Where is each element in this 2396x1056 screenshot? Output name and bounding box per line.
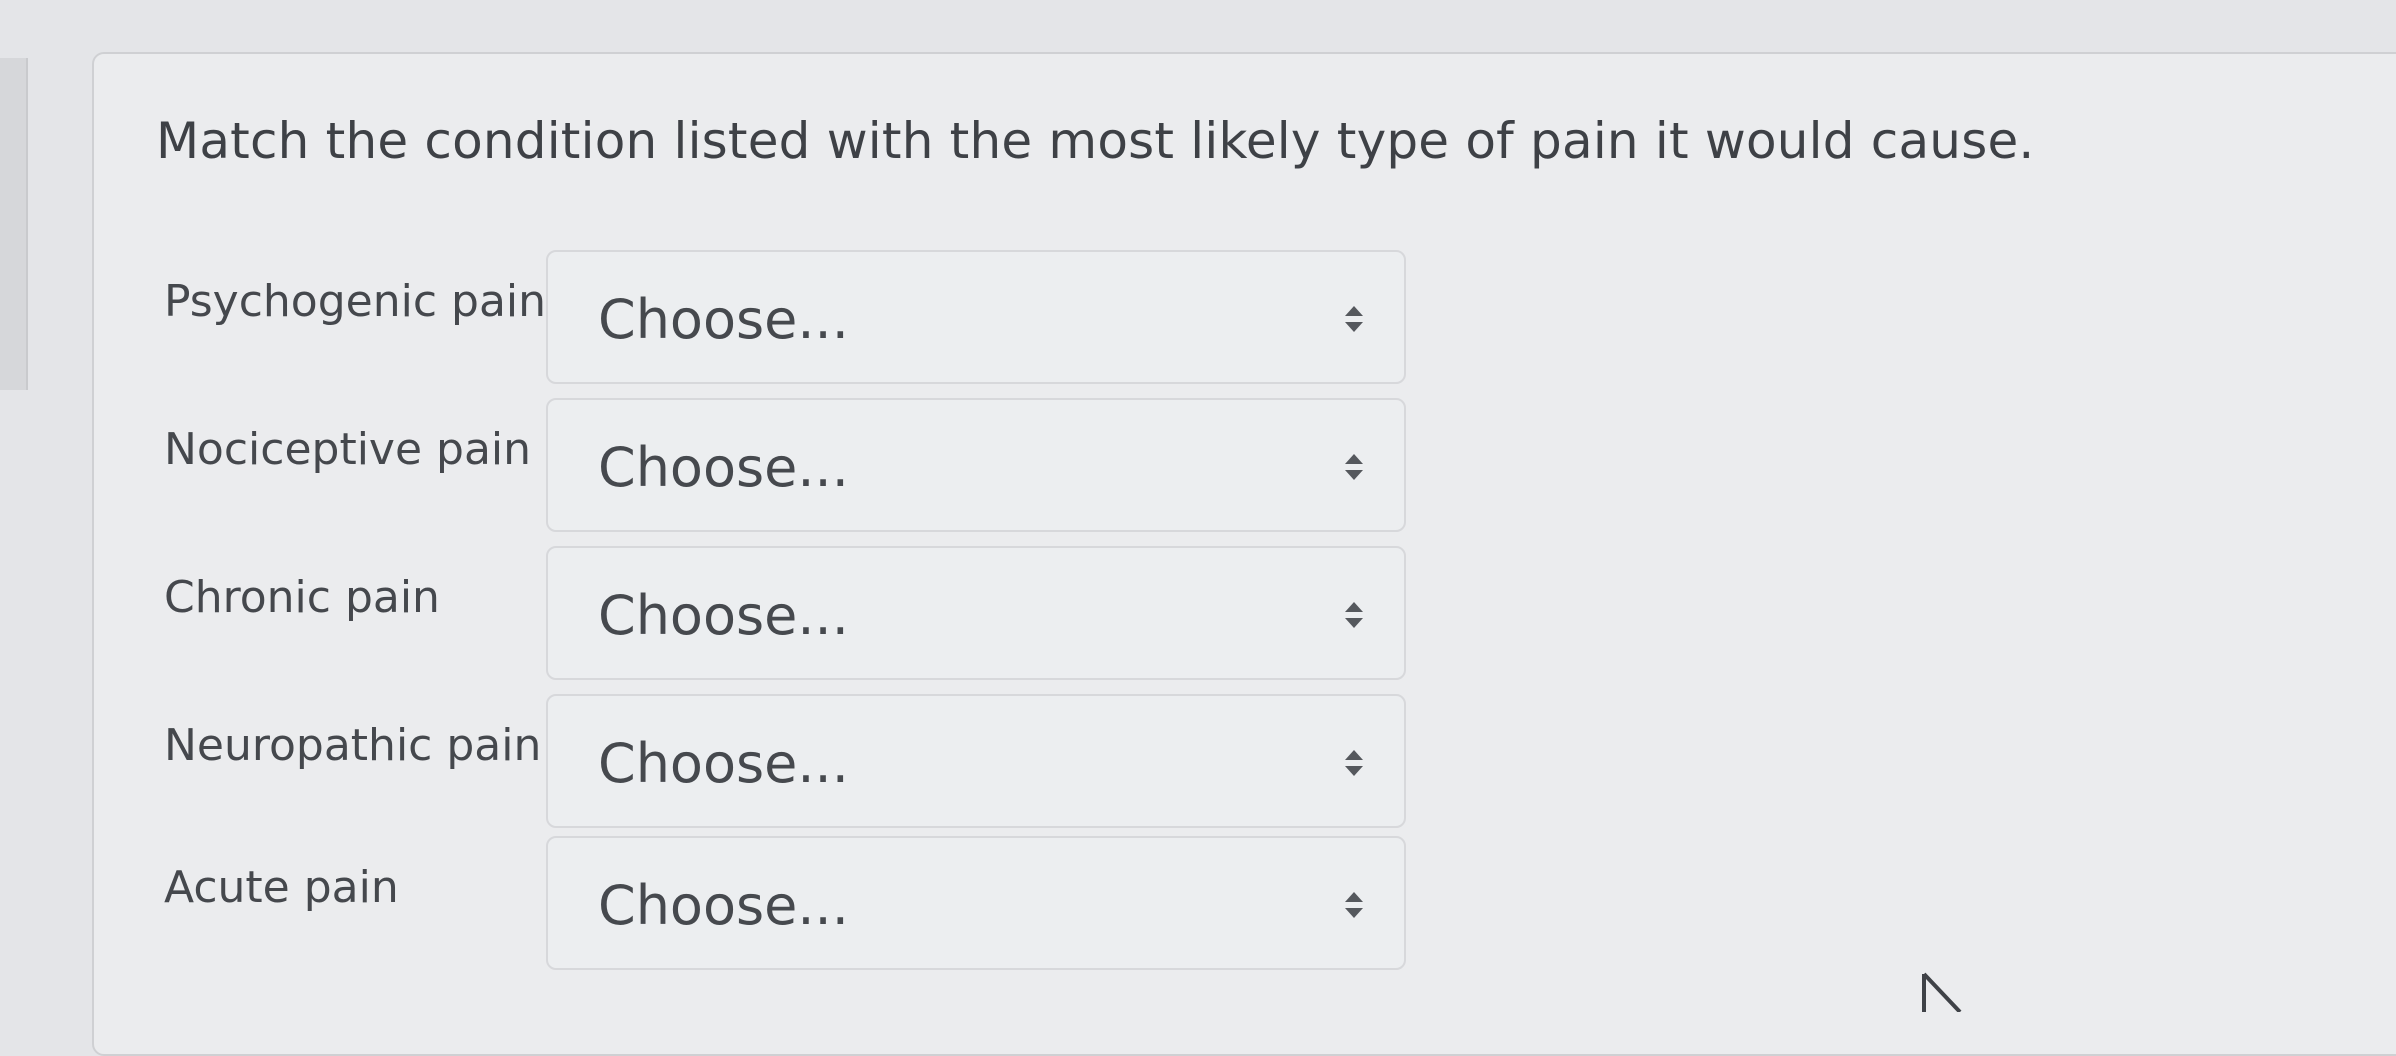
match-row-neuropathic: Neuropathic pain Choose... xyxy=(94,694,1514,834)
select-value: Choose... xyxy=(598,874,849,937)
question-card: Match the condition listed with the most… xyxy=(92,52,2396,1056)
sort-arrows-icon xyxy=(1345,306,1363,332)
sort-arrows-icon xyxy=(1345,892,1363,918)
condition-label: Psychogenic pain xyxy=(164,276,547,327)
condition-label: Neuropathic pain xyxy=(164,720,542,771)
condition-label: Nociceptive pain xyxy=(164,424,532,475)
answer-select[interactable]: Choose... xyxy=(546,694,1406,828)
match-row-chronic: Chronic pain Choose... xyxy=(94,546,1514,686)
select-value: Choose... xyxy=(598,732,849,795)
condition-label: Acute pain xyxy=(164,862,399,913)
select-value: Choose... xyxy=(598,288,849,351)
select-value: Choose... xyxy=(598,436,849,499)
mouse-pointer-icon xyxy=(1922,972,1962,1012)
match-row-psychogenic: Psychogenic pain Choose... xyxy=(94,250,1514,390)
sort-arrows-icon xyxy=(1345,602,1363,628)
condition-label: Chronic pain xyxy=(164,572,440,623)
sort-arrows-icon xyxy=(1345,750,1363,776)
sort-arrows-icon xyxy=(1345,454,1363,480)
question-text: Match the condition listed with the most… xyxy=(156,112,2035,170)
match-row-nociceptive: Nociceptive pain Choose... xyxy=(94,398,1514,538)
answer-select[interactable]: Choose... xyxy=(546,398,1406,532)
left-panel-edge xyxy=(0,58,28,390)
answer-select[interactable]: Choose... xyxy=(546,836,1406,970)
match-row-acute: Acute pain Choose... xyxy=(94,836,1514,976)
select-value: Choose... xyxy=(598,584,849,647)
answer-select[interactable]: Choose... xyxy=(546,250,1406,384)
answer-select[interactable]: Choose... xyxy=(546,546,1406,680)
